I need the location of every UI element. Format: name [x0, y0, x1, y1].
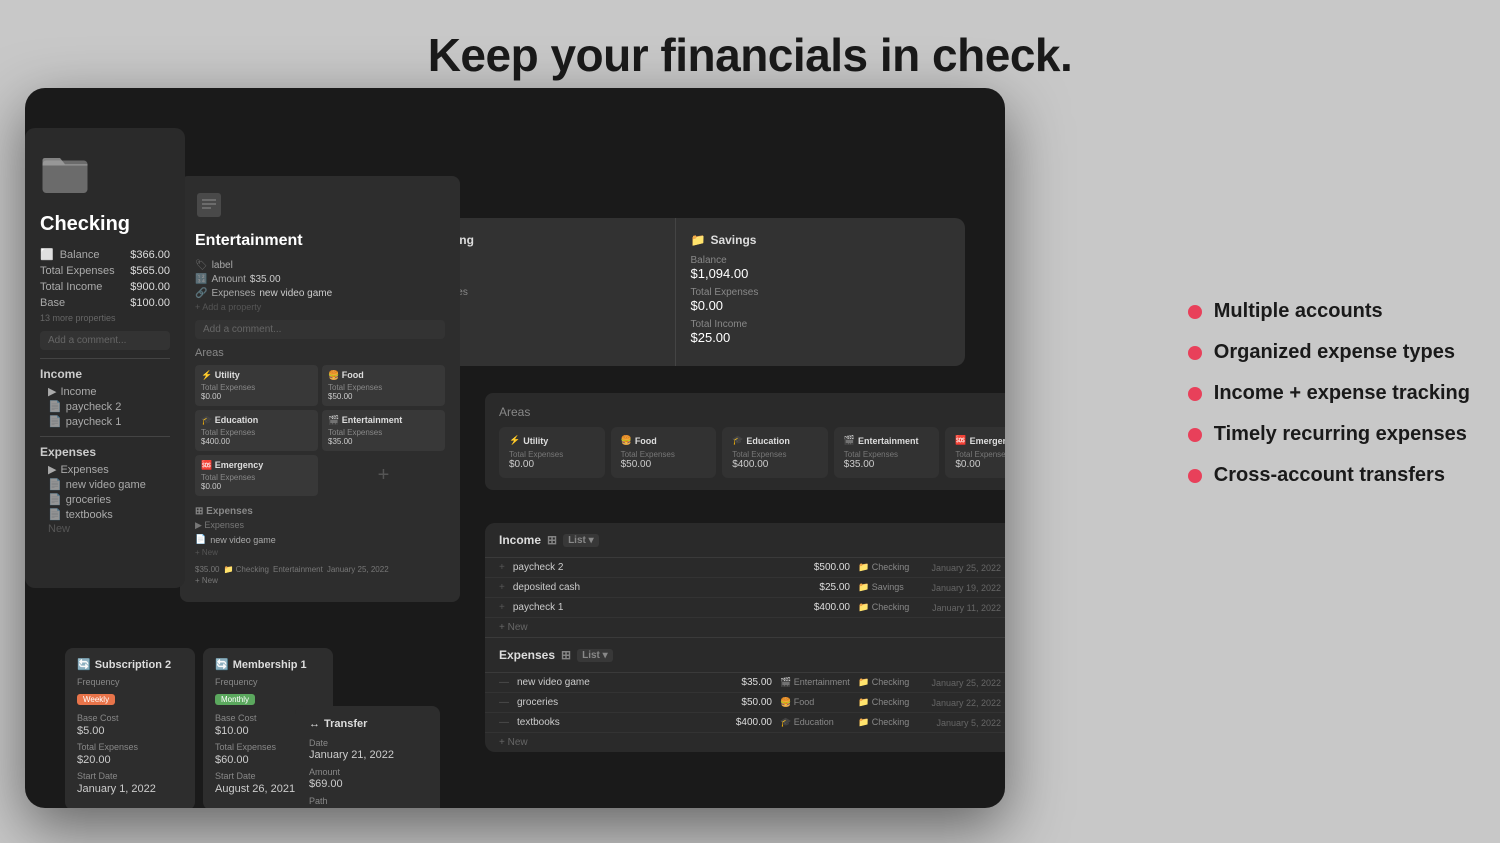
- new-video-game-link[interactable]: 📄new video game: [48, 478, 170, 491]
- balance-value: $366.00: [130, 249, 170, 261]
- paycheck2-link[interactable]: 📄paycheck 2: [48, 400, 170, 413]
- area-card-emergency: 🆘 Emergency Total Expenses $0.00: [945, 427, 1005, 478]
- textbooks-link[interactable]: 📄textbooks: [48, 508, 170, 521]
- area-card-utility: ⚡ Utility Total Expenses $0.00: [499, 427, 605, 478]
- total-income-value: $900.00: [130, 281, 170, 293]
- trans-row-textbooks: — textbooks $400.00 🎓 Education 📁 Checki…: [485, 713, 1005, 733]
- expenses-section-label: Expenses: [40, 445, 170, 459]
- accounts-row: 📁 Checking Balance $366.00 Total Expense…: [385, 218, 965, 366]
- checking-sidebar: Checking ⬜ Balance $366.00 Total Expense…: [25, 128, 185, 588]
- device-frame: Checking ⬜ Balance $366.00 Total Expense…: [25, 88, 1005, 808]
- ent-expenses-link[interactable]: new video game: [259, 288, 332, 299]
- weekly-badge: Weekly: [77, 694, 115, 705]
- expenses-link[interactable]: ▶Expenses: [48, 463, 170, 476]
- total-expenses-label: Total Expenses: [40, 265, 115, 277]
- areas-grid: ⚡ Utility Total Expenses $0.00 🍔 Food To…: [195, 365, 445, 496]
- ent-amount-value: $35.00: [250, 274, 281, 285]
- areas-title: Areas: [195, 347, 445, 359]
- feature-list: Multiple accounts Organized expense type…: [1188, 300, 1470, 505]
- feature-recurring: Timely recurring expenses: [1188, 423, 1470, 446]
- feature-text-4: Timely recurring expenses: [1214, 423, 1467, 446]
- ent-label1: label: [212, 260, 233, 271]
- income-header: Income ⊞ List ▾: [485, 523, 1005, 558]
- area-utility: ⚡ Utility Total Expenses $0.00: [195, 365, 318, 406]
- feature-dot-3: [1188, 387, 1202, 401]
- more-properties: 13 more properties: [40, 313, 116, 323]
- entertainment-page-icon: [195, 191, 223, 219]
- areas-cards: ⚡ Utility Total Expenses $0.00 🍔 Food To…: [499, 427, 1005, 478]
- feature-text-1: Multiple accounts: [1214, 300, 1383, 323]
- add-property[interactable]: + Add a property: [195, 302, 261, 312]
- area-entertainment: 🎬 Entertainment Total Expenses $35.00: [322, 410, 445, 451]
- area-card-entertainment: 🎬 Entertainment Total Expenses $35.00: [834, 427, 940, 478]
- feature-text-2: Organized expense types: [1214, 341, 1455, 364]
- area-education: 🎓 Education Total Expenses $400.00: [195, 410, 318, 451]
- feature-dot-4: [1188, 428, 1202, 442]
- trans-row-deposited-cash: + deposited cash $25.00 📁 Savings Januar…: [485, 578, 1005, 598]
- feature-multiple-accounts: Multiple accounts: [1188, 300, 1470, 323]
- expenses-header: Expenses ⊞ List ▾: [485, 637, 1005, 673]
- trans-row-paycheck2: + paycheck 2 $500.00 📁 Checking January …: [485, 558, 1005, 578]
- trans-row-paycheck1: + paycheck 1 $400.00 📁 Checking January …: [485, 598, 1005, 618]
- comment-box[interactable]: Add a comment...: [40, 331, 170, 350]
- add-area[interactable]: +: [322, 455, 445, 496]
- area-card-food: 🍔 Food Total Expenses $50.00: [611, 427, 717, 478]
- paycheck1-link[interactable]: 📄paycheck 1: [48, 415, 170, 428]
- balance-label: Balance: [60, 249, 100, 261]
- page-heading: Keep your financials in check.: [0, 28, 1500, 82]
- savings-folder-icon: 📁: [691, 233, 706, 247]
- income-new[interactable]: + New: [485, 618, 1005, 637]
- feature-dot-5: [1188, 469, 1202, 483]
- big-transactions-panel: Income ⊞ List ▾ + paycheck 2 $500.00 📁 C…: [485, 523, 1005, 752]
- new-link[interactable]: New: [48, 523, 170, 535]
- income-link[interactable]: ▶Income: [48, 385, 170, 398]
- feature-text-5: Cross-account transfers: [1214, 464, 1445, 487]
- entertainment-title: Entertainment: [195, 232, 445, 250]
- sidebar-title: Checking: [40, 213, 170, 236]
- entertainment-panel: Entertainment 🏷 label 🔢 Amount $35.00 🔗 …: [180, 176, 460, 602]
- total-income-label: Total Income: [40, 281, 102, 293]
- feature-text-3: Income + expense tracking: [1214, 382, 1470, 405]
- area-food: 🍔 Food Total Expenses $50.00: [322, 365, 445, 406]
- trans-row-groceries: — groceries $50.00 🍔 Food 📁 Checking Jan…: [485, 693, 1005, 713]
- transfer-card: ↔ Transfer Date January 21, 2022 Amount …: [295, 706, 440, 808]
- monthly-badge: Monthly: [215, 694, 255, 705]
- ent-amount-label: Amount: [211, 274, 245, 285]
- feature-dot-1: [1188, 305, 1202, 319]
- balance-icon: ⬜: [40, 248, 54, 261]
- base-label: Base: [40, 297, 65, 309]
- main-areas-section: Areas ⚡ Utility Total Expenses $0.00 🍔 F…: [485, 393, 1005, 490]
- feature-expense-types: Organized expense types: [1188, 341, 1470, 364]
- areas-section-title: Areas: [499, 405, 1005, 419]
- feature-transfers: Cross-account transfers: [1188, 464, 1470, 487]
- subscription-cards: 🔄 Subscription 2 Frequency Weekly Base C…: [65, 648, 333, 808]
- feature-income-expense: Income + expense tracking: [1188, 382, 1470, 405]
- subscription2-card: 🔄 Subscription 2 Frequency Weekly Base C…: [65, 648, 195, 808]
- income-section-label: Income: [40, 367, 170, 381]
- base-value: $100.00: [130, 297, 170, 309]
- groceries-link[interactable]: 📄groceries: [48, 493, 170, 506]
- total-expenses-value: $565.00: [130, 265, 170, 277]
- ent-comment[interactable]: Add a comment...: [195, 320, 445, 339]
- expenses-mini-section: ⊞ Expenses ▶ Expenses 📄new video game + …: [195, 506, 445, 557]
- area-emergency: 🆘 Emergency Total Expenses $0.00: [195, 455, 318, 496]
- feature-dot-2: [1188, 346, 1202, 360]
- savings-account-card: 📁 Savings Balance $1,094.00 Total Expens…: [676, 218, 966, 366]
- ent-expenses-label: Expenses: [211, 288, 255, 299]
- expense-new[interactable]: + New: [485, 733, 1005, 752]
- trans-row-new-video-game: — new video game $35.00 🎬 Entertainment …: [485, 673, 1005, 693]
- folder-icon: [40, 148, 90, 198]
- area-card-education: 🎓 Education Total Expenses $400.00: [722, 427, 828, 478]
